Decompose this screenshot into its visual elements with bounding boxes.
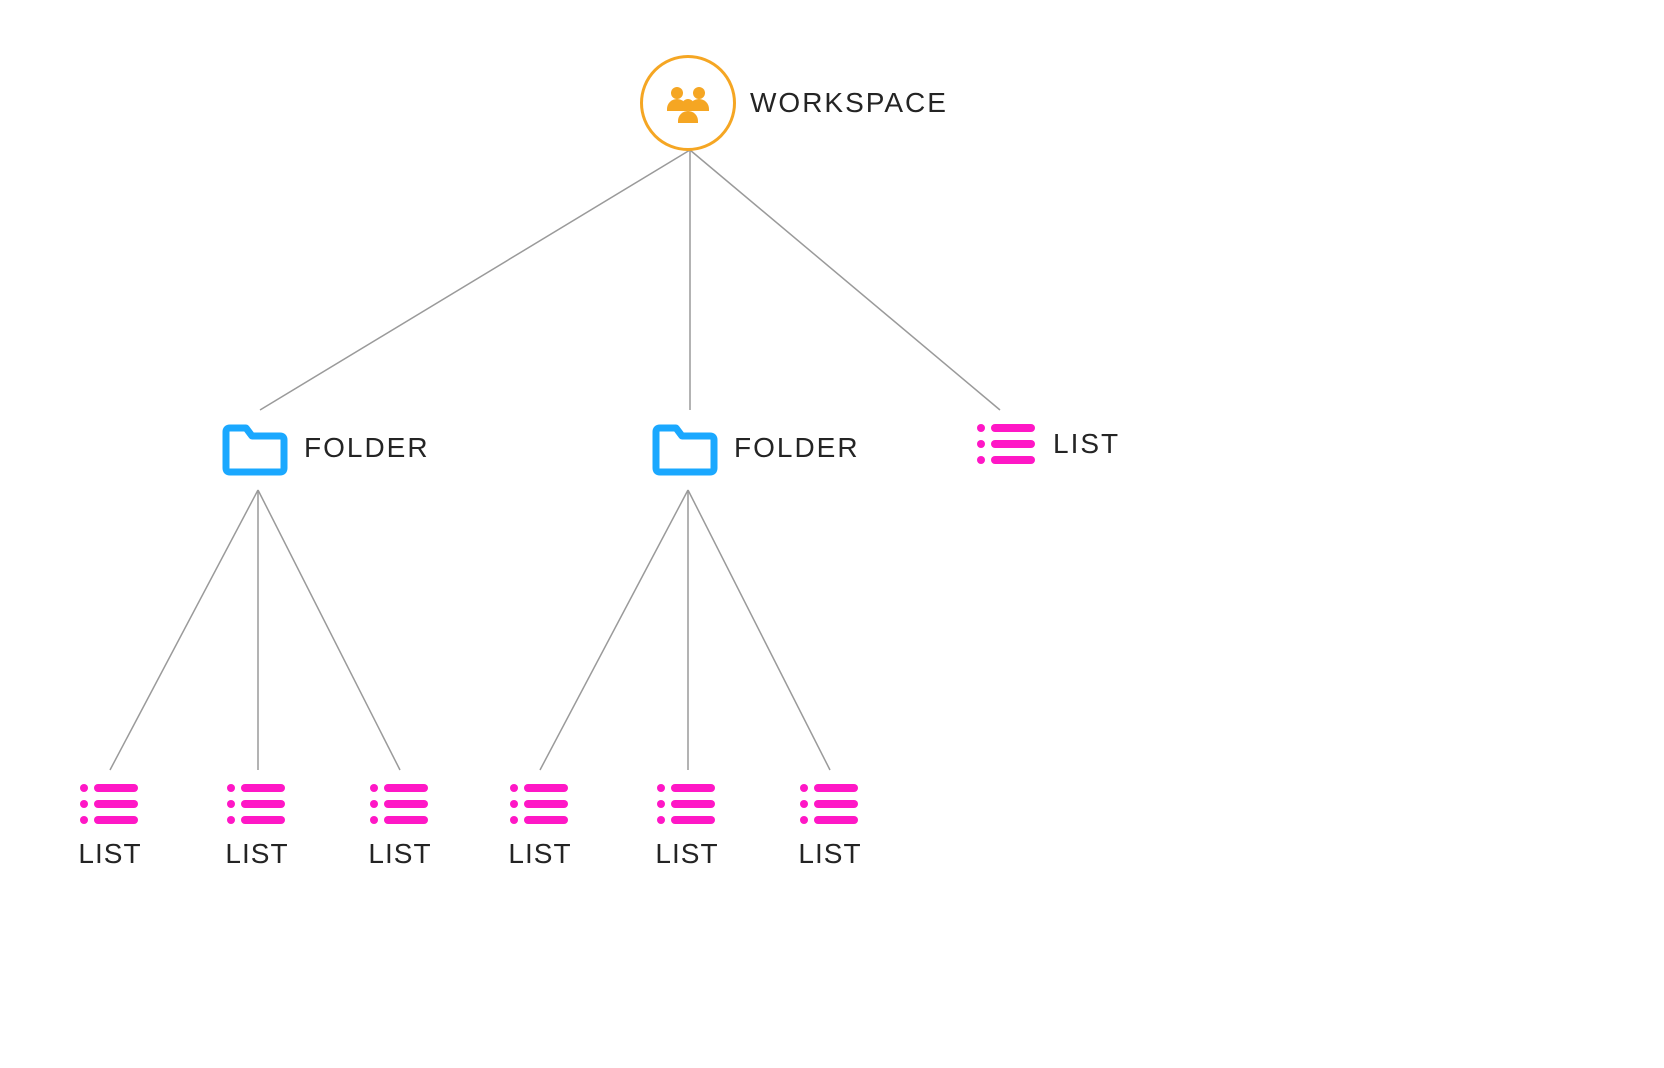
leaf-6-label: LIST bbox=[798, 838, 861, 870]
node-workspace: WORKSPACE bbox=[640, 55, 948, 151]
folder-icon bbox=[220, 420, 290, 476]
diagram-stage: WORKSPACE FOLDER FOLDER bbox=[0, 0, 1664, 1068]
node-folder-2: FOLDER bbox=[650, 420, 860, 476]
workspace-circle bbox=[640, 55, 736, 151]
node-leaf-1: LIST bbox=[78, 780, 142, 870]
list-icon bbox=[225, 780, 289, 828]
connector-lines bbox=[0, 0, 1664, 1068]
leaf-4-label: LIST bbox=[508, 838, 571, 870]
leaf-2-label: LIST bbox=[225, 838, 288, 870]
leaf-1-label: LIST bbox=[78, 838, 141, 870]
folder-icon bbox=[650, 420, 720, 476]
node-list-right: LIST bbox=[975, 420, 1120, 468]
leaf-3-label: LIST bbox=[368, 838, 431, 870]
node-leaf-2: LIST bbox=[225, 780, 289, 870]
users-icon bbox=[662, 83, 714, 123]
list-icon bbox=[368, 780, 432, 828]
list-icon bbox=[975, 420, 1039, 468]
folder-2-label: FOLDER bbox=[734, 432, 860, 464]
list-icon bbox=[798, 780, 862, 828]
list-icon bbox=[508, 780, 572, 828]
list-icon bbox=[78, 780, 142, 828]
node-folder-1: FOLDER bbox=[220, 420, 430, 476]
node-leaf-3: LIST bbox=[368, 780, 432, 870]
node-leaf-5: LIST bbox=[655, 780, 719, 870]
list-right-label: LIST bbox=[1053, 428, 1120, 460]
list-icon bbox=[655, 780, 719, 828]
folder-1-label: FOLDER bbox=[304, 432, 430, 464]
workspace-label: WORKSPACE bbox=[750, 87, 948, 119]
leaf-5-label: LIST bbox=[655, 838, 718, 870]
node-leaf-4: LIST bbox=[508, 780, 572, 870]
node-leaf-6: LIST bbox=[798, 780, 862, 870]
